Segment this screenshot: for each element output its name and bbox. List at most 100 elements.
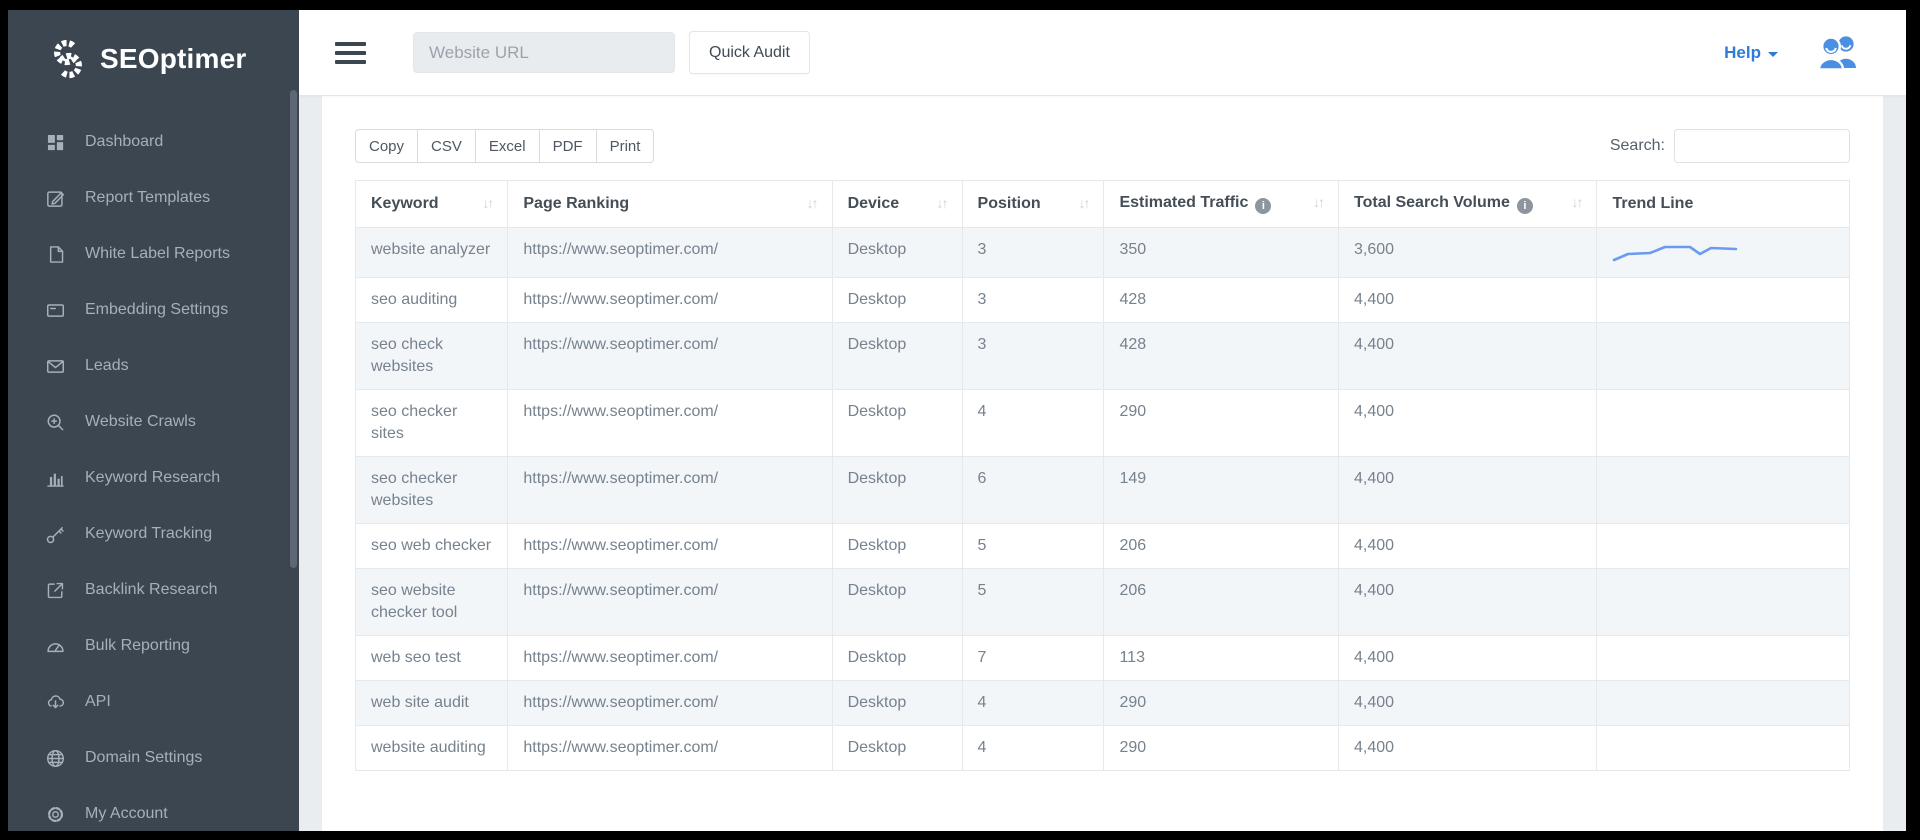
column-header-keyword[interactable]: Keyword ↓↑ [356, 181, 508, 228]
column-header-device[interactable]: Device↓↑ [832, 181, 962, 228]
sort-icon[interactable]: ↓↑ [1078, 195, 1088, 211]
column-label: Position [978, 195, 1041, 212]
cell-estimated-traffic: 113 [1104, 636, 1339, 681]
main-area: Quick Audit Help [299, 10, 1906, 831]
sidebar-nav: DashboardReport TemplatesWhite Label Rep… [8, 108, 299, 831]
content-card: CopyCSVExcelPDFPrint Search: Keyword↓↑Pa… [322, 96, 1883, 831]
cell-page-ranking: https://www.seoptimer.com/ [508, 726, 832, 771]
sidebar-item-leads[interactable]: Leads [8, 338, 299, 394]
cell-trend [1597, 636, 1850, 681]
cell-total-search-volume: 4,400 [1339, 569, 1597, 636]
sort-icon[interactable]: ↓↑ [937, 195, 947, 211]
column-header-estimated-traffic[interactable]: Estimated Traffici↓↑ [1104, 181, 1339, 228]
sidebar-item-api[interactable]: API [8, 674, 299, 730]
cell-estimated-traffic: 290 [1104, 681, 1339, 726]
cell-total-search-volume: 4,400 [1339, 726, 1597, 771]
sidebar-scrollbar-thumb[interactable] [290, 90, 297, 568]
export-copy-button[interactable]: Copy [355, 129, 418, 163]
external-link-icon [45, 580, 66, 601]
quick-audit-button[interactable]: Quick Audit [689, 31, 810, 74]
table-row: website auditinghttps://www.seoptimer.co… [356, 726, 1850, 771]
sidebar-item-website-crawls[interactable]: Website Crawls [8, 394, 299, 450]
cell-position: 4 [962, 681, 1104, 726]
users-icon[interactable] [1816, 34, 1862, 71]
keyword-table: Keyword↓↑Page Ranking↓↑Device↓↑Position↓… [355, 180, 1850, 771]
cell-page-ranking: https://www.seoptimer.com/ [508, 524, 832, 569]
sort-icon[interactable]: ↓↑ [1313, 194, 1323, 210]
search-control: Search: [1610, 129, 1850, 163]
cell-keyword: website analyzer [356, 228, 508, 278]
cell-position: 5 [962, 569, 1104, 636]
column-header-total-search-volume[interactable]: Total Search Volume i ↓↑ [1339, 181, 1597, 228]
tachometer-icon [45, 636, 66, 657]
logo[interactable]: SEOptimer [8, 10, 299, 108]
cell-position: 4 [962, 390, 1104, 457]
hamburger-menu-icon[interactable] [335, 42, 366, 64]
cell-total-search-volume: 4,400 [1339, 278, 1597, 323]
info-icon[interactable]: i [1255, 198, 1271, 214]
website-url-input[interactable] [413, 32, 675, 73]
cell-trend [1597, 681, 1850, 726]
export-pdf-button[interactable]: PDF [539, 129, 597, 163]
column-label: Keyword [371, 195, 439, 212]
column-label: Total Search Volume [1354, 194, 1510, 211]
cell-total-search-volume: 4,400 [1339, 457, 1597, 524]
cell-device: Desktop [832, 228, 962, 278]
search-plus-icon [45, 412, 66, 433]
cell-trend [1597, 457, 1850, 524]
sidebar-item-domain-settings[interactable]: Domain Settings [8, 730, 299, 786]
sort-icon[interactable]: ↓↑ [1571, 194, 1581, 210]
sidebar-item-backlink-research[interactable]: Backlink Research [8, 562, 299, 618]
table-header-row: Keyword↓↑Page Ranking↓↑Device↓↑Position↓… [356, 181, 1850, 228]
cell-keyword: seo checker websites [356, 457, 508, 524]
cell-estimated-traffic: 206 [1104, 569, 1339, 636]
cell-total-search-volume: 4,400 [1339, 636, 1597, 681]
cell-position: 3 [962, 323, 1104, 390]
sidebar-item-bulk-reporting[interactable]: Bulk Reporting [8, 618, 299, 674]
cell-trend [1597, 278, 1850, 323]
sidebar-item-label: API [85, 693, 111, 711]
info-icon[interactable]: i [1517, 198, 1533, 214]
sidebar-item-embedding-settings[interactable]: Embedding Settings [8, 282, 299, 338]
cell-total-search-volume: 4,400 [1339, 524, 1597, 569]
sidebar-item-my-account[interactable]: My Account [8, 786, 299, 831]
cell-device: Desktop [832, 569, 962, 636]
export-csv-button[interactable]: CSV [417, 129, 476, 163]
cell-trend [1597, 228, 1850, 278]
cell-trend [1597, 323, 1850, 390]
cell-position: 5 [962, 524, 1104, 569]
cell-device: Desktop [832, 524, 962, 569]
sidebar-item-report-templates[interactable]: Report Templates [8, 170, 299, 226]
cell-page-ranking: https://www.seoptimer.com/ [508, 390, 832, 457]
search-input[interactable] [1674, 129, 1850, 163]
sidebar-item-white-label-reports[interactable]: White Label Reports [8, 226, 299, 282]
cell-position: 3 [962, 278, 1104, 323]
sidebar-item-keyword-research[interactable]: Keyword Research [8, 450, 299, 506]
trend-sparkline [1612, 242, 1742, 266]
sort-icon[interactable]: ↓↑ [807, 195, 817, 211]
sort-icon[interactable]: ↓↑ [482, 195, 492, 211]
column-header-page-ranking[interactable]: Page Ranking↓↑ [508, 181, 832, 228]
cell-device: Desktop [832, 681, 962, 726]
cell-page-ranking: https://www.seoptimer.com/ [508, 228, 832, 278]
table-row: website analyzerhttps://www.seoptimer.co… [356, 228, 1850, 278]
sidebar-item-keyword-tracking[interactable]: Keyword Tracking [8, 506, 299, 562]
cell-device: Desktop [832, 457, 962, 524]
cell-estimated-traffic: 290 [1104, 390, 1339, 457]
cell-trend [1597, 726, 1850, 771]
cell-estimated-traffic: 206 [1104, 524, 1339, 569]
help-dropdown[interactable]: Help [1724, 43, 1778, 63]
export-excel-button[interactable]: Excel [475, 129, 540, 163]
envelope-icon [45, 356, 66, 377]
cloud-download-icon [45, 692, 66, 713]
topbar-right: Help [1724, 34, 1862, 71]
seoptimer-logo-icon [48, 37, 88, 81]
cell-trend [1597, 569, 1850, 636]
sidebar-item-label: Website Crawls [85, 413, 196, 431]
sidebar-item-dashboard[interactable]: Dashboard [8, 114, 299, 170]
column-header-position[interactable]: Position ↓↑ [962, 181, 1104, 228]
sidebar-item-label: Leads [85, 357, 129, 375]
table-row: web seo testhttps://www.seoptimer.com/De… [356, 636, 1850, 681]
export-print-button[interactable]: Print [596, 129, 655, 163]
table-row: seo checker siteshttps://www.seoptimer.c… [356, 390, 1850, 457]
